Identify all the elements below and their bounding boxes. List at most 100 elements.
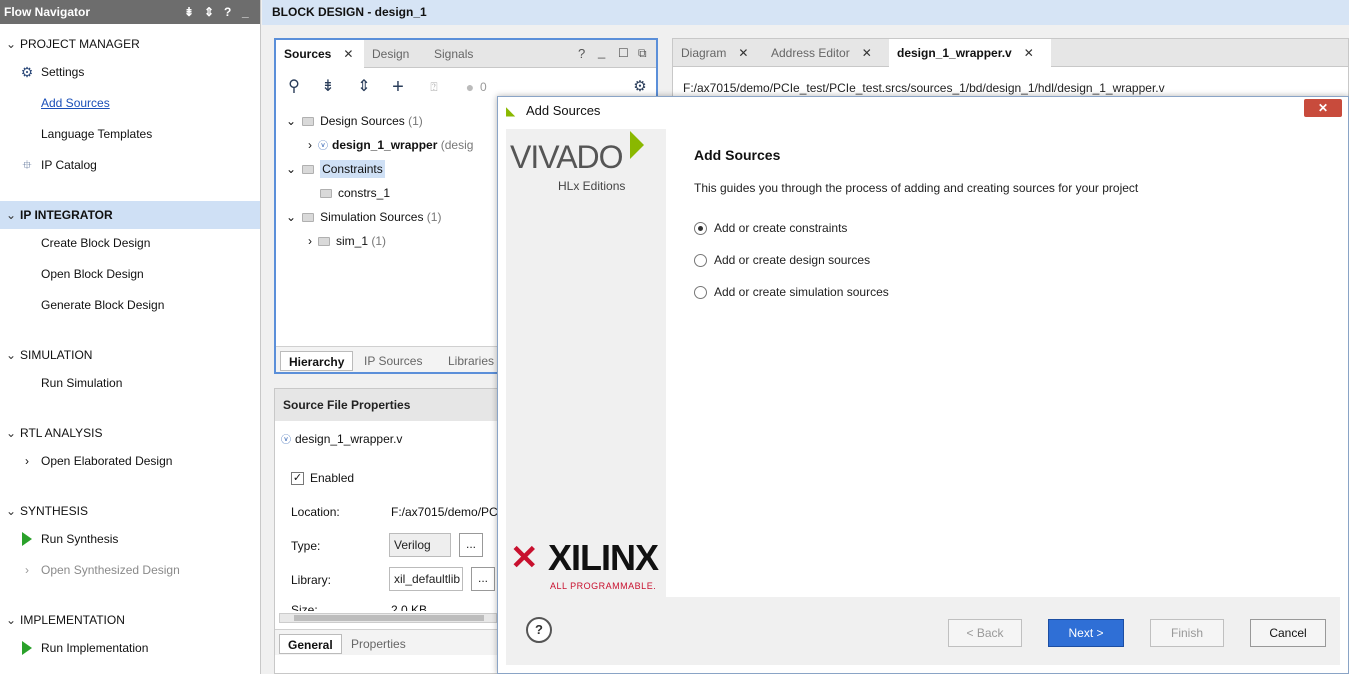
chevron-right-icon: › — [25, 454, 29, 468]
chevron-down-icon: ⌄ — [286, 114, 297, 128]
search-icon[interactable]: ⚲ — [284, 74, 304, 100]
vivado-logo-icon: ◣ — [506, 104, 516, 118]
nav-section-simulation[interactable]: ⌄ SIMULATION — [0, 341, 260, 369]
help-icon[interactable]: ? — [224, 0, 231, 24]
gear-icon: ⚙ — [20, 64, 34, 80]
tab-design-1-wrapper-v[interactable]: design_1_wrapper.v ✕ — [889, 39, 1051, 67]
type-browse-button[interactable]: ... — [459, 533, 483, 557]
tab-hierarchy[interactable]: Hierarchy — [280, 351, 354, 371]
tree-design-1-wrapper[interactable]: › ⓥ design_1_wrapper (desig — [308, 134, 473, 156]
dialog-content: Add Sources This guides you through the … — [666, 129, 1340, 597]
tab-address-editor[interactable]: Address Editor ✕ — [763, 39, 889, 67]
folder-icon — [302, 165, 315, 175]
flow-navigator-header: Flow Navigator ⇟ ⇕ ? _ — [0, 0, 260, 24]
minimize-icon[interactable]: _ — [598, 44, 605, 59]
nav-item-open-elaborated-design[interactable]: › Open Elaborated Design — [0, 448, 260, 474]
chevron-down-icon: ⌄ — [6, 37, 17, 51]
back-button[interactable]: < Back — [948, 619, 1022, 647]
cancel-button[interactable]: Cancel — [1250, 619, 1326, 647]
status-count: 0 — [480, 80, 487, 94]
next-button[interactable]: Next > — [1048, 619, 1124, 647]
help-button[interactable]: ? — [526, 617, 552, 643]
close-icon[interactable]: ✕ — [738, 46, 748, 60]
option-add-design-sources[interactable]: Add or create design sources — [694, 253, 870, 268]
editor-file-path: F:/ax7015/demo/PCIe_test/PCIe_test.srcs/… — [683, 81, 1165, 95]
close-icon[interactable]: ✕ — [1024, 46, 1034, 60]
close-icon[interactable]: ✕ — [343, 47, 353, 61]
horizontal-scrollbar[interactable] — [279, 613, 497, 623]
sources-tabbar: Sources ✕ Design Signals ? _ ☐ ⧉ — [276, 40, 656, 68]
tab-general[interactable]: General — [279, 634, 342, 654]
tree-design-sources[interactable]: ⌄ Design Sources (1) — [286, 110, 423, 132]
expand-icon[interactable]: ⇕ — [204, 0, 214, 24]
nav-item-generate-block-design[interactable]: Generate Block Design — [0, 292, 260, 318]
tab-design[interactable]: Design — [364, 40, 426, 68]
vivado-wordmark: VIVADO — [510, 139, 624, 175]
nav-section-implementation[interactable]: ⌄ IMPLEMENTATION — [0, 606, 260, 634]
tree-constrs-1[interactable]: constrs_1 — [320, 182, 390, 204]
nav-item-open-block-design[interactable]: Open Block Design — [0, 261, 260, 287]
nav-item-run-implementation[interactable]: Run Implementation — [0, 635, 260, 661]
help-icon[interactable]: ? — [578, 46, 585, 61]
nav-item-language-templates[interactable]: Language Templates — [0, 121, 260, 147]
type-value: Verilog — [389, 533, 451, 557]
tab-sources[interactable]: Sources ✕ — [276, 40, 364, 68]
ip-plug-icon: ⯐ — [22, 158, 32, 172]
tab-signals[interactable]: Signals — [426, 40, 496, 68]
tree-simulation-sources[interactable]: ⌄ Simulation Sources (1) — [286, 206, 441, 228]
radio-icon[interactable] — [694, 254, 707, 268]
nav-section-rtl-analysis[interactable]: ⌄ RTL ANALYSIS — [0, 419, 260, 447]
vivado-chevron-icon — [630, 131, 644, 159]
nav-section-project-manager[interactable]: ⌄ PROJECT MANAGER — [0, 30, 260, 58]
tab-ip-sources[interactable]: IP Sources — [356, 351, 430, 371]
add-icon[interactable]: + — [388, 74, 408, 100]
maximize-icon[interactable]: ☐ — [618, 46, 629, 60]
properties-file: ⓥ design_1_wrapper.v — [281, 432, 403, 446]
nav-item-ip-catalog[interactable]: ⯐ IP Catalog — [0, 152, 260, 178]
finish-button[interactable]: Finish — [1150, 619, 1224, 647]
library-browse-button[interactable]: ... — [471, 567, 495, 591]
float-icon[interactable]: ⧉ — [638, 46, 647, 61]
nav-item-add-sources[interactable]: Add Sources — [0, 90, 260, 116]
scrollbar-thumb[interactable] — [294, 615, 484, 621]
close-button[interactable]: ✕ — [1304, 99, 1342, 117]
source-file-properties-panel: Source File Properties ⓥ design_1_wrapper… — [274, 388, 500, 674]
tab-diagram[interactable]: Diagram ✕ — [673, 39, 763, 67]
xilinx-wordmark: XILINX — [548, 537, 659, 578]
nav-item-run-synthesis[interactable]: Run Synthesis — [0, 526, 260, 552]
chevron-down-icon: ⌄ — [286, 210, 297, 224]
verilog-file-icon: ⓥ — [318, 141, 328, 152]
option-add-constraints[interactable]: Add or create constraints — [694, 221, 847, 236]
block-design-title: BLOCK DESIGN - design_1 — [272, 5, 427, 19]
size-value: 2.0 KB — [391, 603, 428, 611]
option-add-simulation-sources[interactable]: Add or create simulation sources — [694, 285, 889, 300]
block-design-title-bar: BLOCK DESIGN - design_1 — [262, 0, 1349, 25]
collapse-all-icon[interactable]: ⇟ — [318, 74, 338, 100]
close-icon[interactable]: ✕ — [862, 46, 872, 60]
checkbox-checked-icon[interactable]: ✓ — [291, 472, 304, 486]
tab-properties[interactable]: Properties — [343, 634, 414, 654]
folder-icon — [302, 213, 315, 223]
nav-item-create-block-design[interactable]: Create Block Design — [0, 230, 260, 256]
radio-icon[interactable] — [694, 286, 707, 300]
chevron-down-icon: ⌄ — [286, 162, 297, 176]
nav-item-open-synthesized-design: › Open Synthesized Design — [0, 557, 260, 583]
chevron-down-icon: ⌄ — [6, 613, 17, 627]
flow-navigator-title: Flow Navigator — [4, 5, 91, 19]
expand-all-icon[interactable]: ⇕ — [354, 74, 374, 100]
editor-tabbar: Diagram ✕ Address Editor ✕ design_1_wrappe… — [673, 39, 1348, 67]
chevron-right-icon: › — [25, 563, 29, 577]
unknown-source-icon[interactable]: ⍰ — [424, 74, 444, 100]
enabled-checkbox[interactable]: ✓ Enabled — [291, 471, 354, 486]
tab-libraries[interactable]: Libraries — [440, 351, 502, 371]
nav-section-synthesis[interactable]: ⌄ SYNTHESIS — [0, 497, 260, 525]
nav-item-run-simulation[interactable]: Run Simulation — [0, 370, 260, 396]
nav-section-ip-integrator[interactable]: ⌄ IP INTEGRATOR — [0, 201, 260, 229]
radio-selected-icon[interactable] — [694, 222, 707, 236]
collapse-all-icon[interactable]: ⇟ — [184, 0, 194, 24]
location-label: Location: — [291, 505, 340, 519]
nav-item-settings[interactable]: ⚙ Settings — [0, 59, 260, 85]
tree-sim-1[interactable]: › sim_1 (1) — [308, 230, 386, 252]
minimize-icon[interactable]: _ — [242, 0, 249, 24]
tree-constraints[interactable]: ⌄ Constraints — [286, 158, 385, 180]
